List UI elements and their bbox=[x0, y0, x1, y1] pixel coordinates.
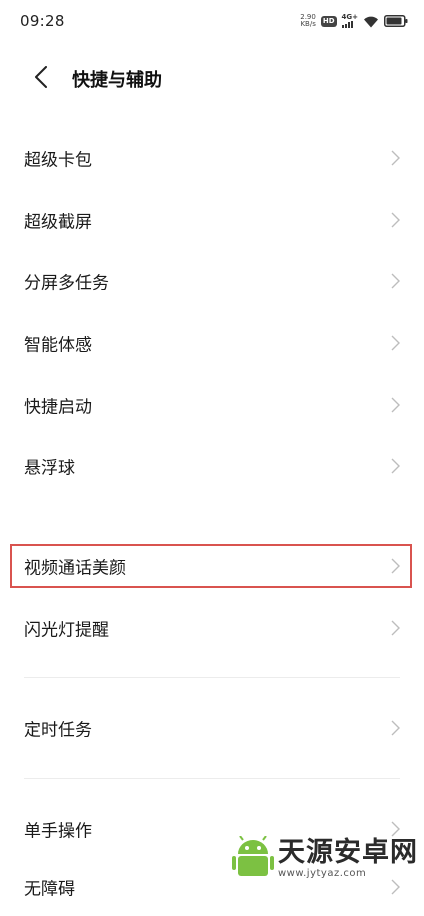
watermark-brand: 天源安卓网 bbox=[278, 837, 418, 868]
chevron-right-icon bbox=[391, 212, 400, 228]
back-button[interactable] bbox=[26, 62, 56, 92]
signal-icon: 4G+ bbox=[341, 13, 358, 28]
list-item-label: 视频通话美颜 bbox=[24, 558, 126, 579]
network-type-label: 4G+ bbox=[341, 13, 358, 21]
watermark-url: www.jytyaz.com bbox=[278, 868, 367, 879]
chevron-right-icon bbox=[391, 458, 400, 474]
list-item-video-call-beauty[interactable]: 视频通话美颜 bbox=[0, 537, 424, 595]
watermark: 天源安卓网 www.jytyaz.com bbox=[232, 836, 418, 882]
page-header: 快捷与辅助 bbox=[0, 52, 424, 102]
list-item-super-screenshot[interactable]: 超级截屏 bbox=[0, 191, 424, 249]
list-item-flash-alert[interactable]: 闪光灯提醒 bbox=[0, 599, 424, 657]
chevron-right-icon bbox=[391, 335, 400, 351]
list-item-label: 闪光灯提醒 bbox=[24, 620, 109, 641]
list-item-label: 分屏多任务 bbox=[24, 273, 109, 294]
list-item-label: 快捷启动 bbox=[24, 397, 92, 418]
network-speed-unit: KB/s bbox=[300, 20, 316, 28]
list-item-split-screen[interactable]: 分屏多任务 bbox=[0, 252, 424, 310]
wifi-icon bbox=[364, 16, 378, 27]
list-item-label: 悬浮球 bbox=[24, 458, 75, 479]
list-item-label: 智能体感 bbox=[24, 335, 92, 356]
list-item-label: 超级截屏 bbox=[24, 212, 92, 233]
list-item-label: 超级卡包 bbox=[24, 150, 92, 171]
chevron-right-icon bbox=[391, 720, 400, 736]
list-item-super-card-pack[interactable]: 超级卡包 bbox=[0, 129, 424, 187]
status-icons: 2.90 KB/s HD 4G+ bbox=[300, 13, 408, 29]
list-item-label: 单手操作 bbox=[24, 821, 92, 842]
network-speed: 2.90 KB/s bbox=[300, 14, 316, 28]
battery-icon bbox=[384, 15, 408, 27]
chevron-right-icon bbox=[391, 397, 400, 413]
list-item-scheduled-tasks[interactable]: 定时任务 bbox=[0, 699, 424, 757]
list-item-label: 无障碍 bbox=[24, 879, 75, 900]
status-bar: 09:28 2.90 KB/s HD 4G+ bbox=[0, 0, 424, 44]
divider bbox=[24, 677, 400, 678]
divider bbox=[24, 778, 400, 779]
list-item-label: 定时任务 bbox=[24, 720, 92, 741]
chevron-right-icon bbox=[391, 558, 400, 574]
chevron-right-icon bbox=[391, 821, 400, 837]
chevron-right-icon bbox=[391, 620, 400, 636]
chevron-left-icon bbox=[35, 66, 47, 88]
page-title: 快捷与辅助 bbox=[72, 70, 162, 91]
hd-icon: HD bbox=[320, 15, 337, 27]
android-logo-icon bbox=[232, 836, 274, 876]
list-item-quick-launch[interactable]: 快捷启动 bbox=[0, 376, 424, 434]
chevron-right-icon bbox=[391, 150, 400, 166]
list-item-smart-motion[interactable]: 智能体感 bbox=[0, 314, 424, 372]
status-time: 09:28 bbox=[20, 12, 65, 30]
chevron-right-icon bbox=[391, 273, 400, 289]
list-item-floating-ball[interactable]: 悬浮球 bbox=[0, 437, 424, 495]
